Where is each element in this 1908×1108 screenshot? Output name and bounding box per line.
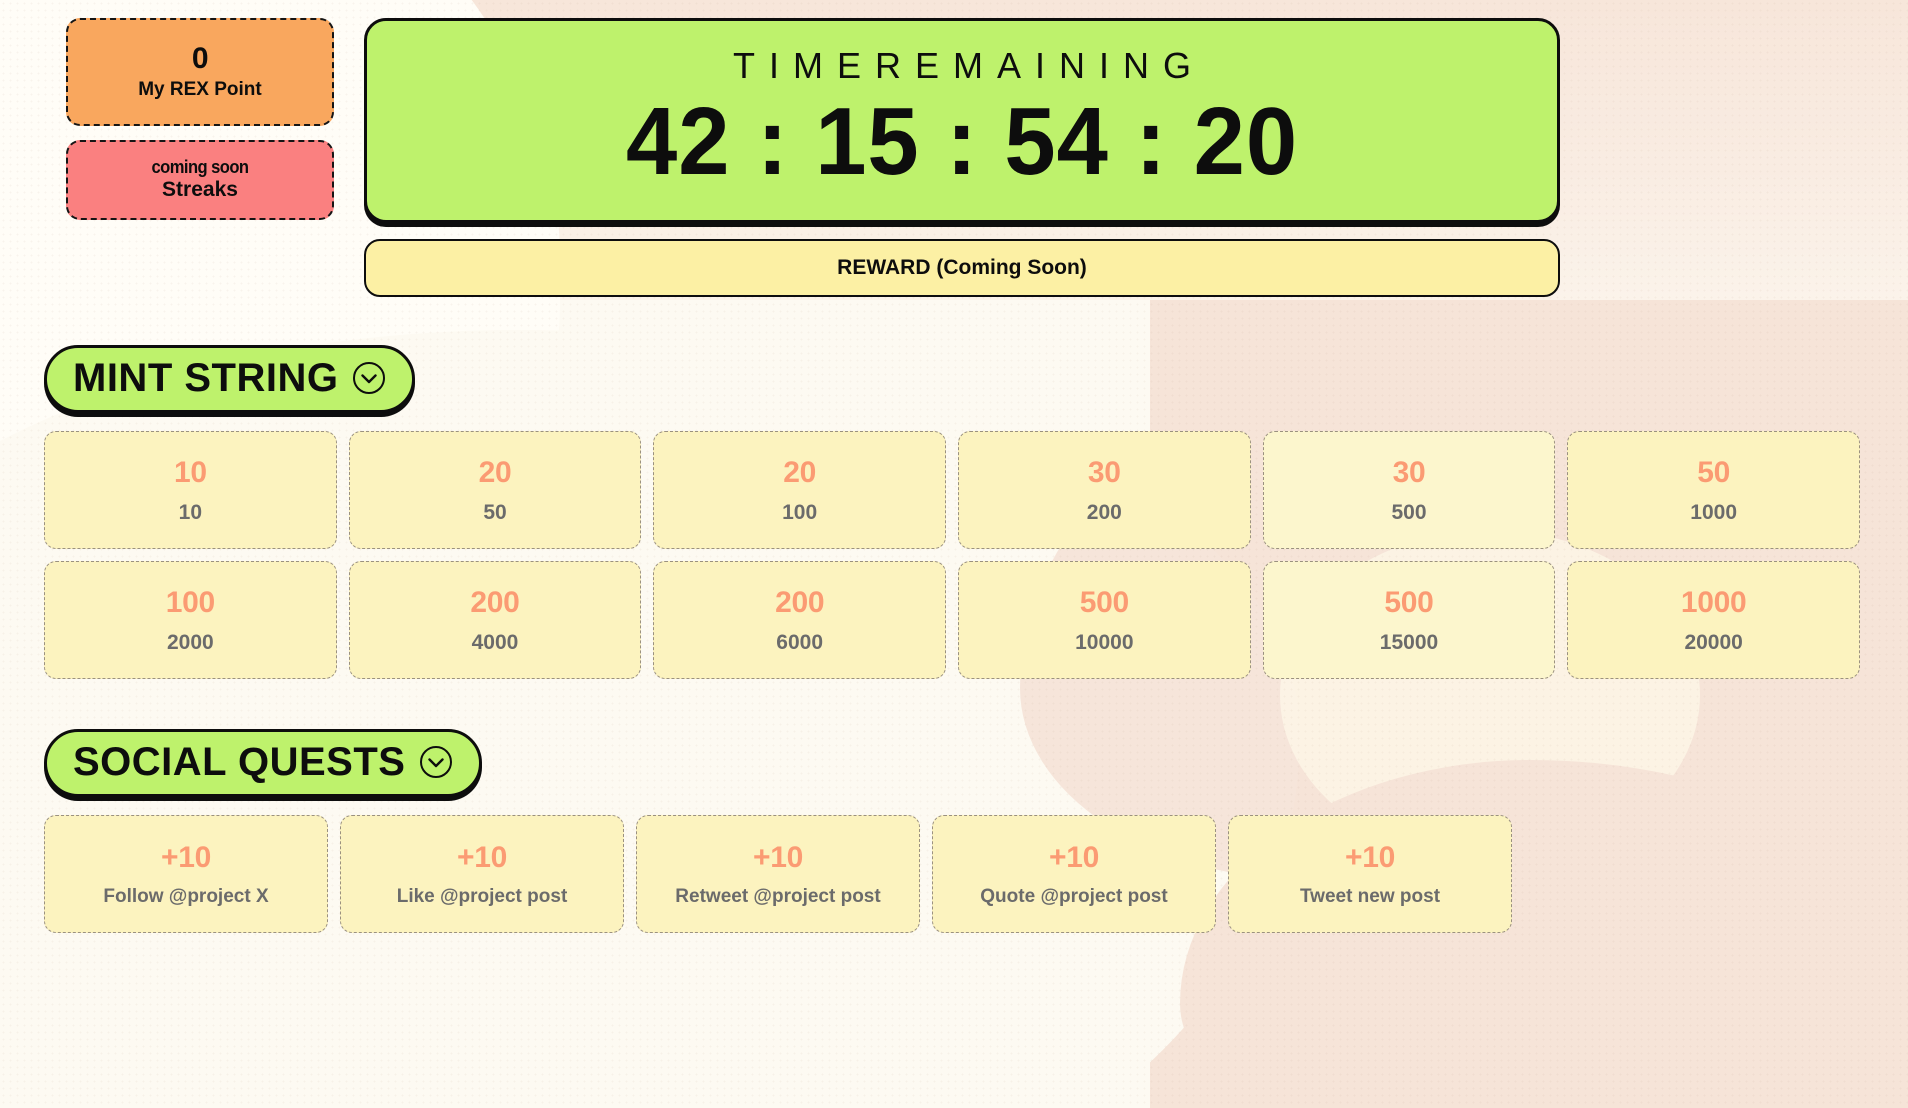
timer-column: TIMEREMAINING 42 : 15 : 54 : 20 REWARD (… bbox=[364, 18, 1560, 297]
rex-point-label: My REX Point bbox=[138, 78, 262, 100]
mint-tile-points: 200 bbox=[470, 585, 520, 619]
mint-tile[interactable]: 30 500 bbox=[1262, 431, 1556, 549]
quest-tile-label: Retweet @project post bbox=[675, 885, 881, 907]
mint-string-section-header-wrap: MINT STRING bbox=[0, 345, 1908, 413]
quest-tile-points: +10 bbox=[1345, 840, 1395, 874]
time-remaining-panel: TIMEREMAINING 42 : 15 : 54 : 20 bbox=[364, 18, 1560, 223]
mint-tile[interactable]: 20 100 bbox=[653, 431, 946, 549]
mint-tile[interactable]: 200 4000 bbox=[348, 561, 642, 679]
mint-string-title: MINT STRING bbox=[73, 356, 339, 400]
mint-tile-threshold: 2000 bbox=[166, 630, 214, 654]
mint-tile[interactable]: 200 6000 bbox=[653, 561, 946, 679]
quest-tile-label: Like @project post bbox=[396, 885, 568, 907]
mint-tile-points: 30 bbox=[1087, 455, 1121, 489]
rex-point-value: 0 bbox=[191, 42, 209, 76]
reward-banner[interactable]: REWARD (Coming Soon) bbox=[364, 239, 1560, 297]
mint-tile-points: 20 bbox=[478, 455, 512, 489]
countdown-value: 42 : 15 : 54 : 20 bbox=[625, 88, 1299, 196]
quest-tile[interactable]: +10 Like @project post bbox=[340, 815, 624, 933]
mint-tile-threshold: 200 bbox=[1086, 500, 1122, 524]
social-quests-title: SOCIAL QUESTS bbox=[73, 740, 406, 784]
quest-tile[interactable]: +10 Quote @project post bbox=[932, 815, 1216, 933]
streaks-card[interactable]: coming soon Streaks bbox=[66, 140, 334, 220]
mint-tile-threshold: 50 bbox=[483, 500, 507, 524]
mint-tile[interactable]: 100 2000 bbox=[44, 561, 337, 679]
mint-tile-points: 500 bbox=[1384, 585, 1434, 619]
mint-tile-threshold: 500 bbox=[1391, 500, 1427, 524]
mint-tile[interactable]: 30 200 bbox=[957, 431, 1251, 549]
chevron-down-circle-icon[interactable] bbox=[419, 745, 453, 779]
stats-column: 0 My REX Point coming soon Streaks bbox=[66, 18, 334, 220]
mint-tile[interactable]: 500 10000 bbox=[957, 561, 1251, 679]
quest-tile-points: +10 bbox=[753, 840, 803, 874]
mint-tile[interactable]: 20 50 bbox=[348, 431, 642, 549]
mint-tile-threshold: 10 bbox=[178, 500, 202, 524]
mint-string-section-header[interactable]: MINT STRING bbox=[44, 345, 416, 413]
mint-tile-threshold: 15000 bbox=[1379, 630, 1439, 654]
social-quests-section-header[interactable]: SOCIAL QUESTS bbox=[44, 729, 483, 797]
mint-tile-threshold: 20000 bbox=[1684, 630, 1743, 654]
mint-string-grid: 10 10 20 50 20 100 30 200 30 500 50 1000… bbox=[0, 431, 1908, 679]
mint-tile-threshold: 1000 bbox=[1690, 500, 1738, 524]
quest-tile[interactable]: +10 Retweet @project post bbox=[636, 815, 920, 933]
quest-tile-points: +10 bbox=[457, 840, 507, 874]
streaks-label: Streaks bbox=[162, 177, 238, 201]
streaks-coming-soon-badge: coming soon bbox=[151, 156, 250, 177]
reward-banner-label: REWARD (Coming Soon) bbox=[837, 256, 1087, 279]
quest-tile-label: Quote @project post bbox=[980, 885, 1168, 907]
quest-tile-points: +10 bbox=[161, 840, 211, 874]
time-remaining-title: TIMEREMAINING bbox=[732, 45, 1205, 87]
mint-tile-points: 20 bbox=[783, 455, 817, 489]
mint-tile-points: 30 bbox=[1392, 455, 1426, 489]
mint-tile-threshold: 6000 bbox=[776, 630, 824, 654]
social-quests-grid: +10 Follow @project X +10 Like @project … bbox=[0, 815, 1908, 933]
mint-tile-points: 50 bbox=[1697, 455, 1731, 489]
quest-tile-label: Tweet new post bbox=[1299, 885, 1441, 907]
mint-tile-threshold: 4000 bbox=[471, 630, 519, 654]
mint-tile-points: 100 bbox=[165, 585, 215, 619]
rex-point-card[interactable]: 0 My REX Point bbox=[66, 18, 334, 126]
mint-tile-points: 10 bbox=[173, 455, 207, 489]
quest-tile-label: Follow @project X bbox=[103, 885, 269, 907]
mint-tile[interactable]: 500 15000 bbox=[1262, 561, 1556, 679]
mint-tile-points: 200 bbox=[775, 585, 825, 619]
mint-tile[interactable]: 50 1000 bbox=[1567, 431, 1860, 549]
quest-tile[interactable]: +10 Follow @project X bbox=[44, 815, 328, 933]
quest-tile-points: +10 bbox=[1049, 840, 1099, 874]
page-root: 0 My REX Point coming soon Streaks TIMER… bbox=[0, 0, 1908, 1108]
top-section: 0 My REX Point coming soon Streaks TIMER… bbox=[0, 0, 1908, 297]
social-quests-section-header-wrap: SOCIAL QUESTS bbox=[0, 729, 1908, 797]
mint-tile-points: 1000 bbox=[1680, 585, 1747, 619]
quest-tile[interactable]: +10 Tweet new post bbox=[1228, 815, 1512, 933]
mint-tile-threshold: 10000 bbox=[1075, 630, 1134, 654]
mint-tile[interactable]: 10 10 bbox=[44, 431, 337, 549]
mint-tile-points: 500 bbox=[1079, 585, 1129, 619]
chevron-down-circle-icon[interactable] bbox=[352, 361, 386, 395]
mint-tile-threshold: 100 bbox=[782, 500, 818, 524]
mint-tile[interactable]: 1000 20000 bbox=[1567, 561, 1860, 679]
